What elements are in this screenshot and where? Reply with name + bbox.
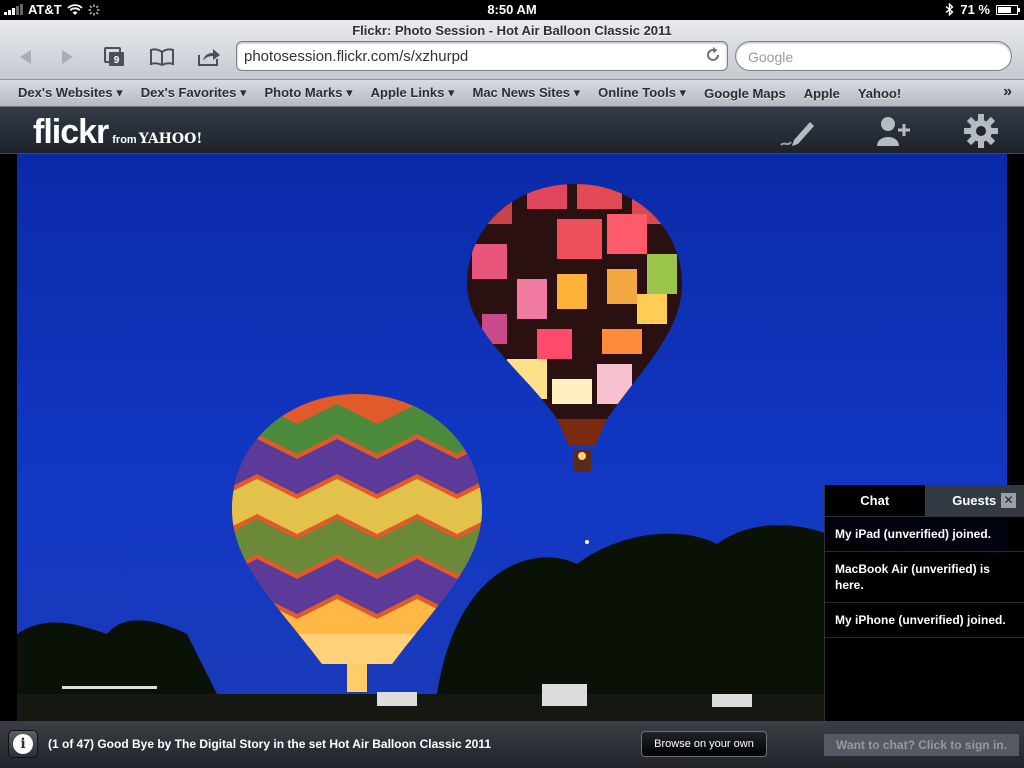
chat-tabs: Chat Guests xyxy=(825,485,1024,517)
bookmark-item[interactable]: Dex's Websites ▾ xyxy=(18,85,123,101)
logo-from: from xyxy=(112,134,137,146)
forward-arrow-icon xyxy=(62,50,73,64)
browse-button[interactable]: Browse on your own xyxy=(641,731,767,757)
bookmark-item[interactable]: Online Tools ▾ xyxy=(598,85,686,101)
tab-count: 9 xyxy=(114,55,120,66)
chat-panel: Chat Guests ✕ My iPad (unverified) joine… xyxy=(824,485,1024,721)
info-icon: i xyxy=(13,734,33,754)
bookmark-item[interactable]: Apple xyxy=(804,86,840,101)
tab-chat-label: Chat xyxy=(860,493,890,508)
flickr-header: flickr from YAHOO! xyxy=(0,107,1024,154)
tabs-button[interactable]: 9 xyxy=(100,45,128,69)
search-placeholder: Google xyxy=(748,49,794,65)
battery-percent: 71 % xyxy=(960,2,990,17)
logo-word: flickr xyxy=(33,113,109,151)
gear-icon[interactable] xyxy=(963,114,999,148)
bookmark-item[interactable]: Google Maps xyxy=(704,86,786,101)
chat-signin-button[interactable]: Want to chat? Click to sign in. xyxy=(824,734,1019,756)
chat-message: My iPhone (unverified) joined. xyxy=(825,603,1024,638)
footer-bar: i (1 of 47) Good Bye by The Digital Stor… xyxy=(0,721,1024,768)
bookmarks-button[interactable] xyxy=(148,45,176,69)
browser-toolbar: Flickr: Photo Session - Hot Air Balloon … xyxy=(0,20,1024,80)
share-button[interactable] xyxy=(195,45,223,69)
address-bar[interactable]: photosession.flickr.com/s/xzhurpd xyxy=(236,41,728,71)
chat-message: My iPad (unverified) joined. xyxy=(825,517,1024,552)
clock: 8:50 AM xyxy=(487,2,537,17)
bookmark-item[interactable]: Dex's Favorites ▾ xyxy=(141,85,247,101)
book-icon xyxy=(150,48,174,66)
tab-guests-label: Guests xyxy=(952,493,997,508)
flickr-logo[interactable]: flickr from YAHOO! xyxy=(33,113,202,152)
tab-chat[interactable]: Chat xyxy=(825,485,925,516)
battery-fill xyxy=(998,6,1012,13)
search-field[interactable]: Google xyxy=(735,41,1012,71)
back-button[interactable] xyxy=(12,45,38,69)
add-person-icon[interactable] xyxy=(875,114,911,148)
status-right: 71 % xyxy=(945,2,1020,17)
bookmark-item[interactable]: Yahoo! xyxy=(858,86,901,101)
bookmarks-bar: Dex's Websites ▾ Dex's Favorites ▾ Photo M… xyxy=(0,80,1024,107)
page-title: Flickr: Photo Session - Hot Air Balloon … xyxy=(352,23,672,38)
more-bookmarks-icon[interactable]: » xyxy=(1003,83,1012,101)
pen-icon[interactable] xyxy=(780,114,816,148)
status-bar: AT&T 8:50 AM 71 % xyxy=(0,0,1024,20)
url-text: photosession.flickr.com/s/xzhurpd xyxy=(244,48,469,65)
photo-caption: (1 of 47) Good Bye by The Digital Story … xyxy=(48,737,491,751)
pages-icon: 9 xyxy=(104,47,124,66)
bookmark-item[interactable]: Mac News Sites ▾ xyxy=(472,85,580,101)
back-arrow-icon xyxy=(20,50,31,64)
logo-yahoo: YAHOO! xyxy=(138,131,203,147)
battery-icon xyxy=(996,4,1020,15)
share-icon xyxy=(198,49,220,66)
bookmark-item[interactable]: Photo Marks ▾ xyxy=(265,85,353,101)
bookmark-item[interactable]: Apple Links ▾ xyxy=(371,85,455,101)
bluetooth-icon xyxy=(945,3,954,16)
reload-icon[interactable] xyxy=(705,46,721,64)
close-chat-button[interactable]: ✕ xyxy=(1001,493,1016,508)
chat-message: MacBook Air (unverified) is here. xyxy=(825,552,1024,603)
forward-button[interactable] xyxy=(55,45,81,69)
info-button[interactable]: i xyxy=(8,730,38,758)
